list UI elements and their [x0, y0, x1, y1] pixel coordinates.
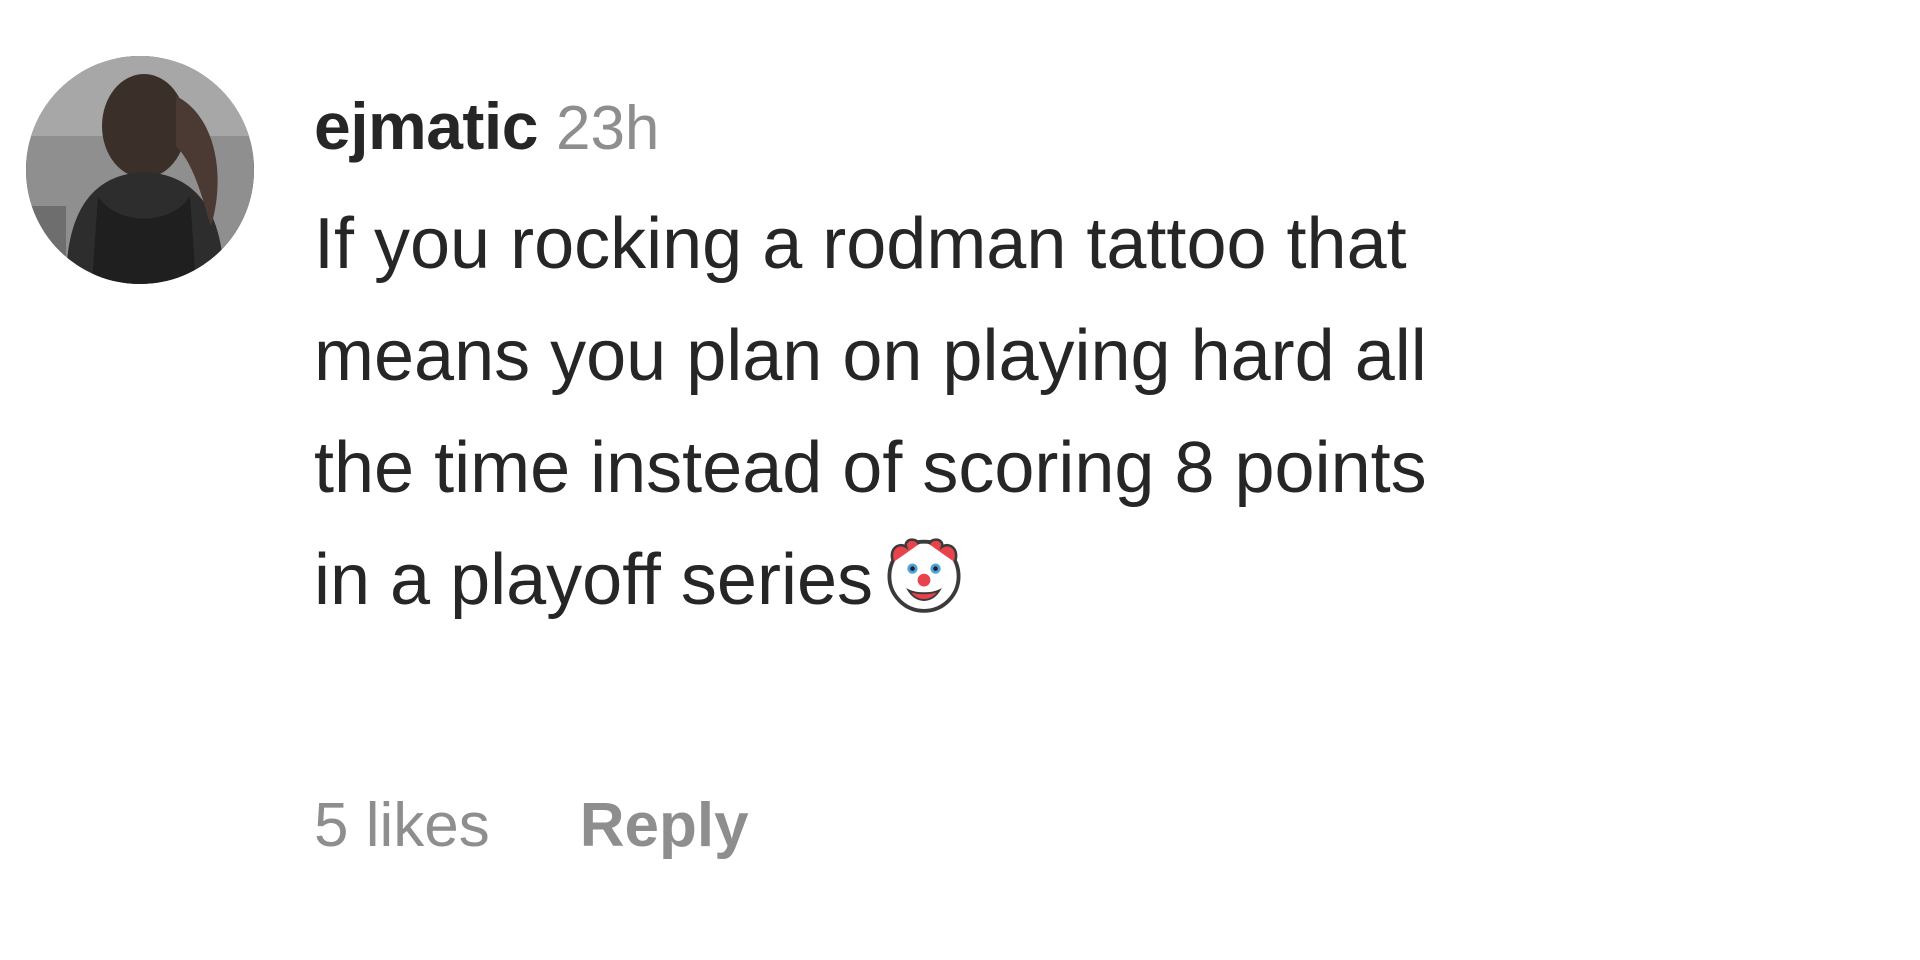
- comment-actions: 5 likes Reply: [314, 790, 749, 861]
- comment-text-line: the time instead of scoring 8 points: [314, 428, 1427, 508]
- comment-text: If you rocking a rodman tattoo that mean…: [314, 188, 1920, 636]
- username-link[interactable]: ejmatic: [314, 88, 538, 164]
- clown-face-icon: [883, 534, 965, 616]
- comment-text-line: If you rocking a rodman tattoo that: [314, 204, 1407, 284]
- comment-text-line-text: in a playoff series: [314, 540, 873, 620]
- comment-text-line: means you plan on playing hard all: [314, 316, 1427, 396]
- comment-header: ejmatic 23h: [314, 88, 1914, 170]
- reply-button[interactable]: Reply: [580, 790, 749, 861]
- avatar-photo: [26, 56, 254, 284]
- comment-content: ejmatic 23h If you rocking a rodman tatt…: [314, 88, 1914, 636]
- comment-page: ejmatic 23h If you rocking a rodman tatt…: [0, 0, 1920, 960]
- likes-count-button[interactable]: 5 likes: [314, 790, 490, 861]
- avatar[interactable]: [26, 56, 254, 284]
- comment-timestamp[interactable]: 23h: [556, 93, 659, 164]
- comment-text-line-last: in a playoff series: [314, 524, 1920, 636]
